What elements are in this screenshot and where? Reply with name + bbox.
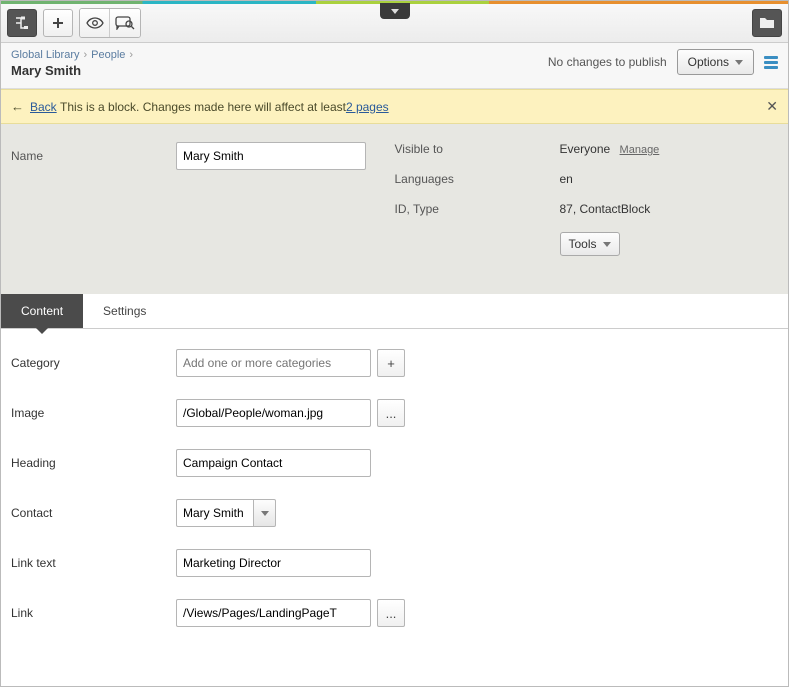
- info-banner: ← Back This is a block. Changes made her…: [1, 89, 788, 124]
- tab-settings[interactable]: Settings: [83, 294, 166, 328]
- meta-panel: Name Visible to Everyone Manage: [1, 124, 788, 294]
- eye-icon: [86, 17, 104, 29]
- breadcrumb-root[interactable]: Global Library: [11, 49, 79, 61]
- name-label: Name: [11, 149, 176, 163]
- visible-to-value: Everyone: [560, 142, 611, 156]
- add-button[interactable]: [43, 9, 73, 37]
- category-label: Category: [11, 356, 176, 370]
- close-banner-button[interactable]: ✕: [766, 98, 778, 115]
- visible-to-label: Visible to: [395, 142, 560, 156]
- heading-input[interactable]: [176, 449, 371, 477]
- languages-value: en: [560, 172, 573, 186]
- back-link[interactable]: Back: [30, 100, 57, 114]
- chevron-down-icon: [735, 60, 743, 65]
- breadcrumb-section[interactable]: People: [91, 49, 125, 61]
- languages-label: Languages: [395, 172, 560, 186]
- list-view-button[interactable]: [764, 56, 778, 69]
- browse-link-button[interactable]: ...: [377, 599, 405, 627]
- image-label: Image: [11, 406, 176, 420]
- contact-select[interactable]: [176, 499, 276, 527]
- content-form: Category + Image ... Heading Contact: [1, 329, 788, 669]
- manage-visibility-link[interactable]: Manage: [620, 144, 660, 156]
- affected-pages-link[interactable]: 2 pages: [346, 100, 389, 114]
- assets-panel-button[interactable]: [752, 9, 782, 37]
- plus-icon: [52, 17, 64, 29]
- link-input[interactable]: [176, 599, 371, 627]
- page-title: Mary Smith: [11, 63, 137, 78]
- tools-button[interactable]: Tools: [560, 232, 620, 256]
- chevron-down-icon: [603, 242, 611, 247]
- top-toolbar: [1, 4, 788, 43]
- breadcrumb: Global Library›People›: [11, 49, 137, 61]
- tab-content[interactable]: Content: [1, 294, 83, 328]
- options-button[interactable]: Options: [677, 49, 754, 75]
- sub-header: Global Library›People› Mary Smith No cha…: [1, 43, 788, 89]
- tree-toggle-button[interactable]: [7, 9, 37, 37]
- banner-text: This is a block. Changes made here will …: [60, 100, 346, 114]
- tree-icon: [15, 16, 29, 30]
- preview-button[interactable]: [80, 9, 110, 37]
- contact-select-drop[interactable]: [254, 499, 276, 527]
- contact-select-value[interactable]: [176, 499, 254, 527]
- browse-image-button[interactable]: ...: [377, 399, 405, 427]
- heading-label: Heading: [11, 456, 176, 470]
- linktext-input[interactable]: [176, 549, 371, 577]
- chevron-down-icon: [261, 511, 269, 516]
- tabs: Content Settings: [1, 294, 788, 329]
- name-input[interactable]: [176, 142, 366, 170]
- back-arrow-icon: ←: [11, 99, 24, 114]
- id-type-label: ID, Type: [395, 202, 560, 216]
- options-label: Options: [688, 55, 729, 69]
- speech-search-icon: [115, 16, 135, 30]
- id-type-value: 87, ContactBlock: [560, 202, 651, 216]
- top-center-toggle[interactable]: [380, 3, 410, 19]
- linktext-label: Link text: [11, 556, 176, 570]
- publish-status: No changes to publish: [548, 55, 667, 69]
- category-input[interactable]: [176, 349, 371, 377]
- folder-icon: [759, 17, 775, 29]
- add-category-button[interactable]: +: [377, 349, 405, 377]
- comment-view-button[interactable]: [110, 9, 140, 37]
- link-label: Link: [11, 606, 176, 620]
- view-mode-group: [79, 8, 141, 38]
- content-scroll[interactable]: Name Visible to Everyone Manage: [1, 124, 788, 686]
- tools-label: Tools: [569, 237, 597, 251]
- contact-label: Contact: [11, 506, 176, 520]
- image-input[interactable]: [176, 399, 371, 427]
